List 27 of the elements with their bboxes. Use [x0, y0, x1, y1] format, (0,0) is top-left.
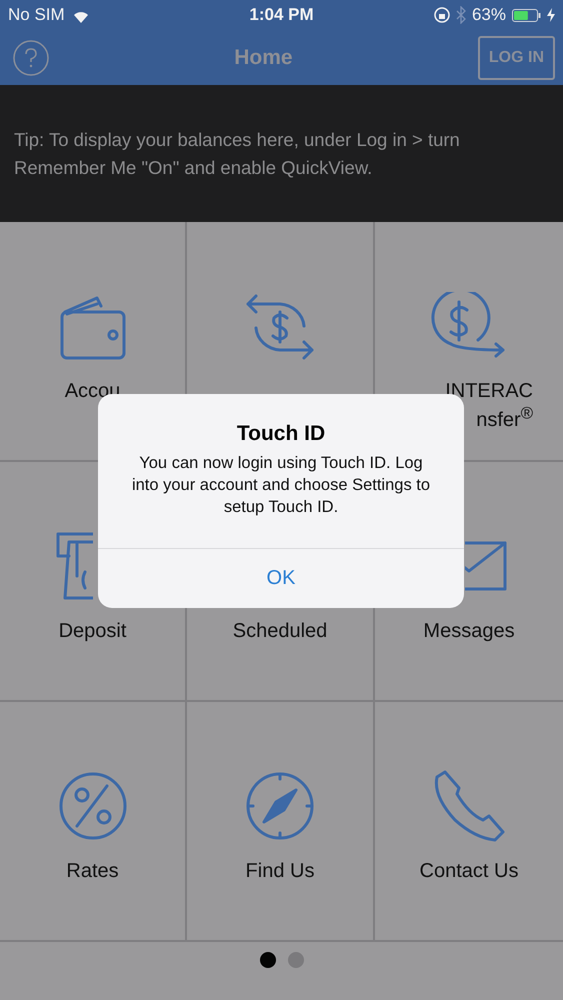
carrier-text: No SIM — [8, 5, 65, 25]
clock-text: 1:04 PM — [249, 5, 314, 25]
tile-label[interactable]: Scheduled — [232, 620, 328, 642]
phone-icon — [433, 770, 505, 842]
ok-button[interactable]: OK — [98, 548, 464, 608]
page-title: Home — [234, 46, 293, 70]
tile-label[interactable]: Contact Us — [420, 860, 518, 882]
page-dot[interactable] — [288, 952, 304, 968]
dialog-message: You can now login using Touch ID. Log into your account and choose Settings to setup Touch ID. — [130, 453, 432, 518]
charging-icon — [547, 8, 555, 22]
tile-label[interactable]: Rates — [66, 860, 119, 882]
envelope-icon — [465, 541, 507, 591]
battery-icon — [512, 8, 541, 22]
percent-icon — [58, 772, 126, 840]
help-icon[interactable] — [13, 40, 49, 76]
dialog-title: Touch ID — [236, 422, 326, 446]
rotation-lock-icon — [434, 7, 450, 23]
dollar-coin-icon — [431, 292, 507, 360]
atm-deposit-icon — [54, 532, 92, 600]
page-dot[interactable] — [260, 952, 276, 968]
battery-percent: 63% — [472, 5, 506, 25]
tile-label[interactable]: Deposit — [58, 620, 126, 642]
bluetooth-icon — [456, 6, 466, 24]
tile-label[interactable]: Messages — [423, 620, 515, 642]
tip-text: Tip: To display your balances here, under Log in > turn Remember Me "On" and enable QuickView. — [14, 128, 461, 180]
tile-label[interactable]: Find Us — [246, 860, 314, 882]
compass-icon — [246, 772, 314, 840]
